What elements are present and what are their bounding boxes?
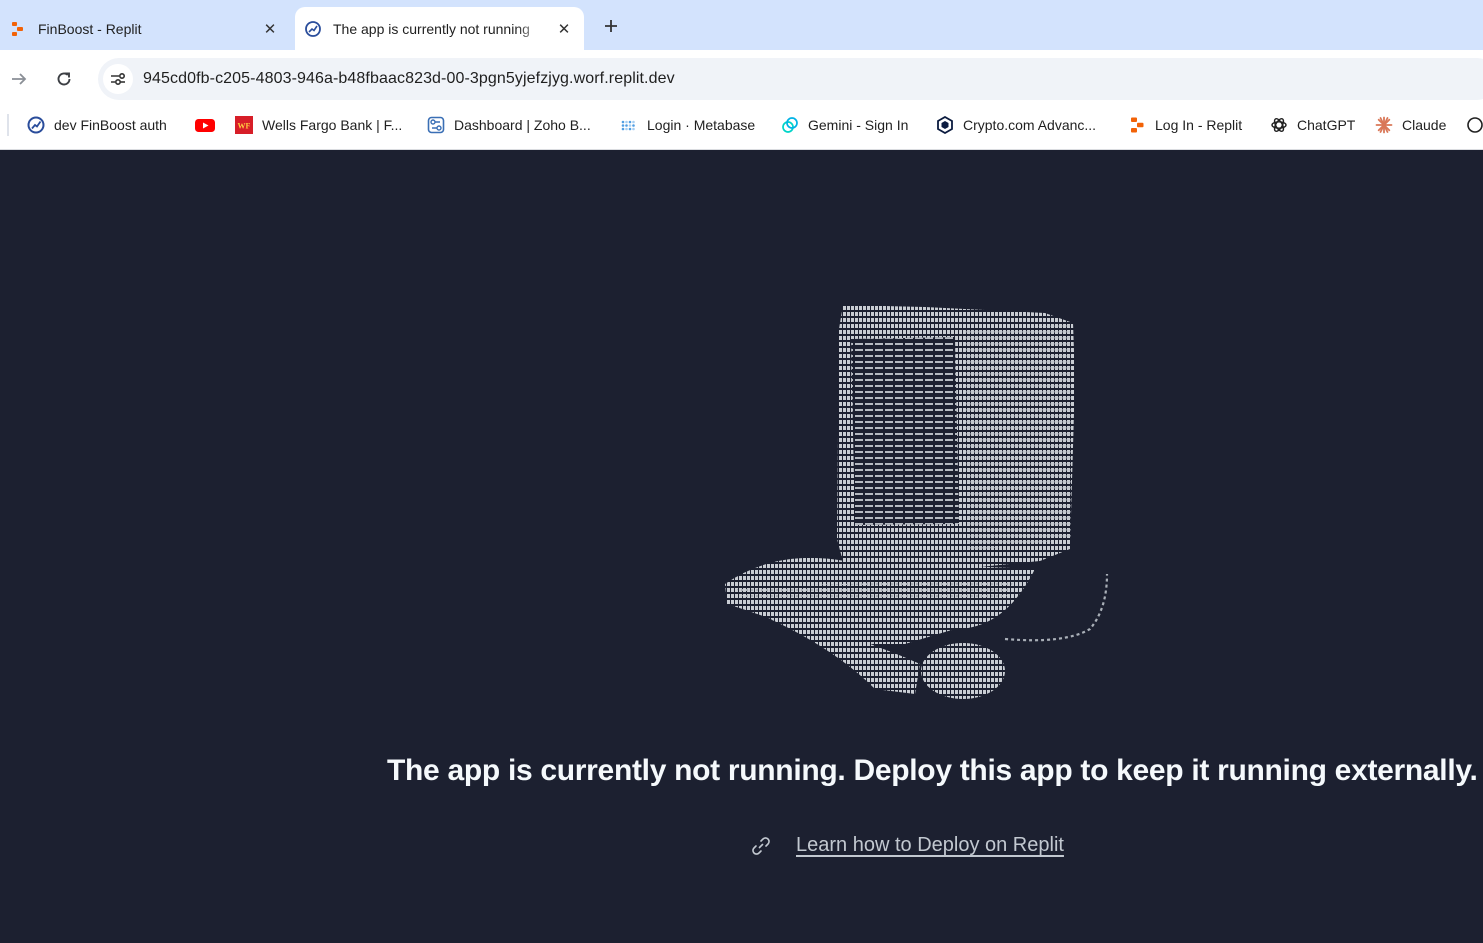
bookmark-zoho[interactable]: Dashboard | Zoho B... (427, 114, 591, 136)
bookmark-overflow[interactable] (1466, 114, 1483, 136)
bookmark-claude[interactable]: Claude (1375, 114, 1446, 136)
youtube-icon (195, 119, 215, 132)
tune-icon (111, 72, 126, 86)
bookmark-dev-finboost-auth[interactable]: dev FinBoost auth (27, 114, 167, 136)
tab-title: The app is currently not running (333, 20, 530, 37)
browser-toolbar: 945cd0fb-c205-4803-946a-b48fbaac823d-00-… (0, 50, 1483, 108)
bookmark-crypto-com[interactable]: Crypto.com Advanc... (936, 114, 1096, 136)
bookmark-icon (1467, 117, 1483, 133)
bookmark-label: Wells Fargo Bank | F... (262, 117, 403, 133)
claude-icon (1375, 116, 1393, 134)
ascii-art-computer-icon (725, 305, 1109, 699)
crypto-com-icon (937, 116, 953, 134)
bookmark-label: Dashboard | Zoho B... (454, 117, 591, 133)
bookmark-chatgpt[interactable]: ChatGPT (1270, 114, 1355, 136)
bookmark-label: Login · Metabase (647, 117, 756, 133)
close-icon[interactable]: ✕ (260, 19, 280, 39)
tab-title: FinBoost - Replit (38, 20, 142, 37)
reload-icon (57, 72, 71, 86)
svg-text:WF: WF (238, 122, 251, 131)
replit-icon (1131, 117, 1144, 133)
link-icon (752, 836, 770, 855)
finboost-icon (27, 116, 45, 134)
page-headline: The app is currently not running. Deploy… (387, 754, 1478, 787)
zoho-icon (427, 116, 445, 134)
bookmark-gemini[interactable]: Gemini - Sign In (781, 114, 908, 136)
address-bar[interactable]: 945cd0fb-c205-4803-946a-b48fbaac823d-00-… (98, 58, 1483, 100)
reload-button[interactable] (51, 66, 77, 92)
bookmark-replit-login[interactable]: Log In - Replit (1128, 114, 1242, 136)
bookmark-label: Claude (1402, 117, 1447, 133)
plus-icon (605, 20, 617, 32)
tab-app-not-running[interactable]: The app is currently not running ✕ (295, 7, 584, 50)
new-tab-button[interactable] (598, 13, 624, 39)
forward-button[interactable] (6, 66, 32, 92)
deploy-help-link-row: Learn how to Deploy on Replit (750, 834, 1064, 857)
page-content: The app is currently not running. Deploy… (0, 151, 1483, 943)
bookmarks-bar: dev FinBoost auth WF Wells Fargo Bank | … (0, 108, 1483, 150)
bookmark-label: Gemini - Sign In (808, 117, 909, 133)
finboost-icon (305, 20, 321, 37)
bookmark-label: dev FinBoost auth (54, 117, 167, 133)
chatgpt-icon (1271, 118, 1287, 132)
close-icon[interactable]: ✕ (554, 19, 574, 39)
arrow-right-icon (12, 73, 27, 85)
site-info-button[interactable] (103, 64, 133, 94)
bookmark-wells-fargo[interactable]: WF Wells Fargo Bank | F... (235, 114, 402, 136)
bookmark-youtube[interactable] (195, 114, 215, 136)
bookmark-label: Log In - Replit (1155, 117, 1243, 133)
tab-finboost-replit[interactable]: FinBoost - Replit ✕ (0, 7, 290, 50)
wells-fargo-icon: WF (235, 116, 253, 134)
tab-strip: FinBoost - Replit ✕ The app is currently… (0, 0, 1483, 50)
bookmark-label: Crypto.com Advanc... (963, 117, 1097, 133)
bookmark-metabase[interactable]: Login · Metabase (620, 114, 755, 136)
divider (7, 114, 9, 136)
gemini-icon (782, 117, 798, 133)
learn-deploy-link[interactable]: Learn how to Deploy on Replit (796, 834, 1064, 857)
metabase-icon (621, 120, 635, 131)
replit-icon (12, 21, 23, 36)
bookmark-label: ChatGPT (1297, 117, 1356, 133)
url-text: 945cd0fb-c205-4803-946a-b48fbaac823d-00-… (143, 70, 675, 87)
